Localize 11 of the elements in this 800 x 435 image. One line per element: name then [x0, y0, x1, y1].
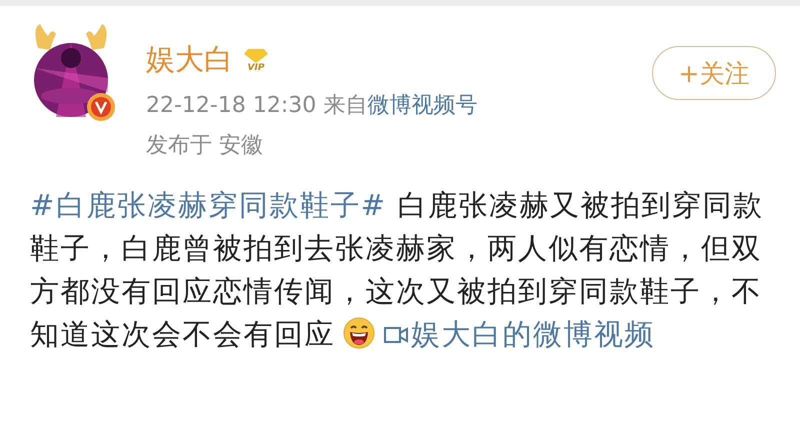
follow-button[interactable]: +关注	[652, 46, 776, 100]
post-location: 发布于 安徽	[146, 133, 263, 158]
author-name[interactable]: 娱大白	[146, 40, 233, 80]
source-link[interactable]: 微博视频号	[367, 93, 478, 118]
hashtag-link[interactable]: #白鹿张凌赫穿同款鞋子#	[30, 188, 387, 222]
video-icon	[383, 324, 409, 346]
post-time: 22-12-18 12:30	[146, 93, 316, 118]
laughing-face-icon	[343, 317, 375, 349]
source-label: 来自	[323, 93, 368, 118]
video-link[interactable]: 娱大白的微博视频	[383, 317, 655, 351]
post-text: #白鹿张凌赫穿同款鞋子# 白鹿张凌赫又被拍到穿同款鞋子，白鹿曾被拍到去张凌赫家，两人似有恋情，但双方都没有回应恋情传闻，这次又被拍到穿同款鞋子，不知道这次会不会有回应 娱大白的微博视频	[30, 187, 764, 353]
